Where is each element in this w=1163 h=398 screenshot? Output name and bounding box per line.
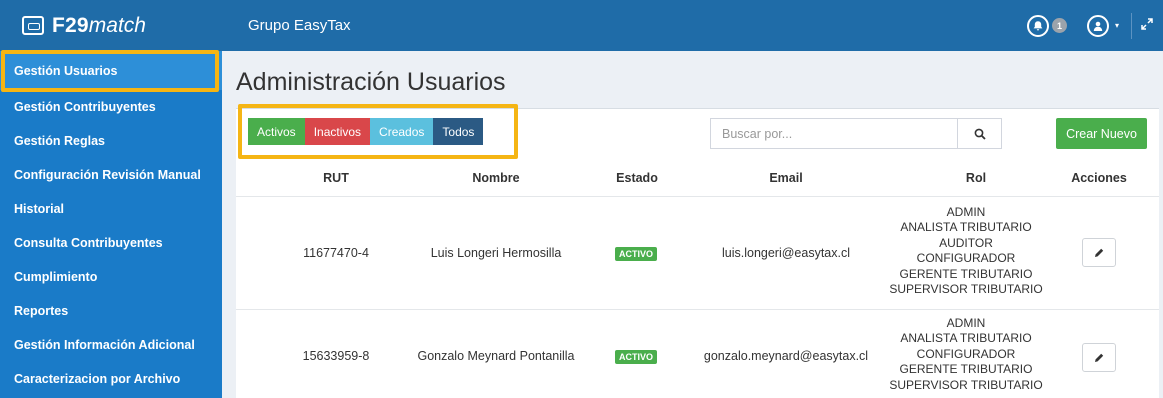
topbar-divider	[1131, 12, 1132, 39]
role-item: AUDITOR	[939, 235, 993, 250]
sidebar-menu: Gestión Usuarios Gestión Contribuyentes …	[0, 51, 222, 396]
role-item: GERENTE TRIBUTARIO	[899, 362, 1033, 377]
bell-icon[interactable]	[1026, 14, 1049, 37]
cell-nombre: Gonzalo Meynard Pontanilla	[417, 349, 575, 363]
filter-activos-button[interactable]: Activos	[248, 118, 305, 145]
sidebar-item-caracterizacion-por-archivo[interactable]: Caracterizacion por Archivo	[0, 362, 222, 396]
filter-inactivos-button[interactable]: Inactivos	[304, 118, 371, 145]
column-header-rol[interactable]: Rol	[896, 171, 1056, 185]
search-button[interactable]	[957, 119, 1001, 148]
cell-nombre: Luis Longeri Hermosilla	[430, 246, 562, 260]
sidebar-item-gestion-informacion-adicional[interactable]: Gestión Información Adicional	[0, 328, 222, 362]
pencil-icon	[1095, 353, 1104, 362]
brand-logo[interactable]: F29 match	[0, 0, 222, 51]
sidebar-item-cumplimiento[interactable]: Cumplimiento	[0, 260, 222, 294]
sidebar-item-historial[interactable]: Historial	[0, 192, 222, 226]
status-badge: ACTIVO	[615, 350, 658, 364]
cell-email: luis.longeri@easytax.cl	[721, 246, 851, 260]
brand-name-bold: F29	[52, 13, 89, 37]
role-item: SUPERVISOR TRIBUTARIO	[889, 282, 1043, 297]
role-item: ADMIN	[946, 205, 986, 219]
sidebar: F29 match Gestión Usuarios Gestión Contr…	[0, 0, 222, 398]
cell-rut: 15633959-8	[302, 349, 370, 363]
search-input[interactable]	[711, 119, 957, 148]
sidebar-item-consulta-contribuyentes[interactable]: Consulta Contribuyentes	[0, 226, 222, 260]
notification-count-badge: 1	[1051, 18, 1067, 33]
column-header-nombre[interactable]: Nombre	[421, 171, 571, 185]
expand-icon[interactable]	[1141, 18, 1153, 33]
sidebar-item-gestion-usuarios[interactable]: Gestión Usuarios	[0, 51, 222, 90]
column-header-rut[interactable]: RUT	[296, 171, 376, 185]
user-icon[interactable]	[1086, 14, 1109, 37]
brand-name-italic: match	[88, 13, 146, 37]
f29-logo-icon	[22, 16, 44, 35]
role-item: ANALISTA TRIBUTARIO	[900, 331, 1032, 346]
role-item: ADMIN	[946, 316, 986, 330]
sidebar-item-configuracion-revision-manual[interactable]: Configuración Revisión Manual	[0, 158, 222, 192]
role-item: CONFIGURADOR	[916, 346, 1016, 361]
search-box	[710, 118, 1002, 149]
cell-rut: 11677470-4	[303, 246, 369, 260]
crear-nuevo-button[interactable]: Crear Nuevo	[1056, 118, 1147, 149]
cell-roles: ADMIN ANALISTA TRIBUTARIO CONFIGURADOR G…	[876, 316, 1056, 393]
search-icon	[974, 128, 986, 140]
role-item: GERENTE TRIBUTARIO	[899, 266, 1033, 281]
cell-roles: ADMIN ANALISTA TRIBUTARIO AUDITOR CONFIG…	[876, 205, 1056, 297]
role-item: ANALISTA TRIBUTARIO	[900, 220, 1032, 235]
table-row: 11677470-4 Luis Longeri Hermosilla ACTIV…	[236, 196, 1159, 309]
edit-button[interactable]	[1082, 343, 1116, 372]
column-header-estado[interactable]: Estado	[602, 171, 672, 185]
role-item: SUPERVISOR TRIBUTARIO	[889, 377, 1043, 392]
status-filter-group: Activos Inactivos Creados Todos	[248, 118, 484, 145]
column-header-acciones: Acciones	[1071, 171, 1127, 185]
sidebar-item-gestion-reglas[interactable]: Gestión Reglas	[0, 124, 222, 158]
table-header: RUT Nombre Estado Email Rol Acciones	[236, 171, 1159, 195]
organization-name: Grupo EasyTax	[248, 17, 351, 34]
chevron-down-icon[interactable]: ▾	[1115, 21, 1119, 30]
filter-creados-button[interactable]: Creados	[370, 118, 434, 145]
pencil-icon	[1095, 248, 1104, 257]
role-item: CONFIGURADOR	[916, 251, 1016, 266]
sidebar-item-reportes[interactable]: Reportes	[0, 294, 222, 328]
edit-button[interactable]	[1082, 238, 1116, 267]
column-header-email[interactable]: Email	[696, 171, 876, 185]
table-row: 15633959-8 Gonzalo Meynard Pontanilla AC…	[236, 309, 1159, 398]
users-panel: Activos Inactivos Creados Todos Crear Nu…	[236, 108, 1159, 398]
topbar: Grupo EasyTax 1 ▾	[222, 0, 1163, 51]
cell-email: gonzalo.meynard@easytax.cl	[703, 349, 869, 363]
status-badge: ACTIVO	[615, 247, 658, 261]
sidebar-item-gestion-contribuyentes[interactable]: Gestión Contribuyentes	[0, 90, 222, 124]
filter-todos-button[interactable]: Todos	[433, 118, 484, 145]
page-title: Administración Usuarios	[236, 68, 506, 96]
topbar-controls: 1 ▾	[1026, 0, 1163, 51]
